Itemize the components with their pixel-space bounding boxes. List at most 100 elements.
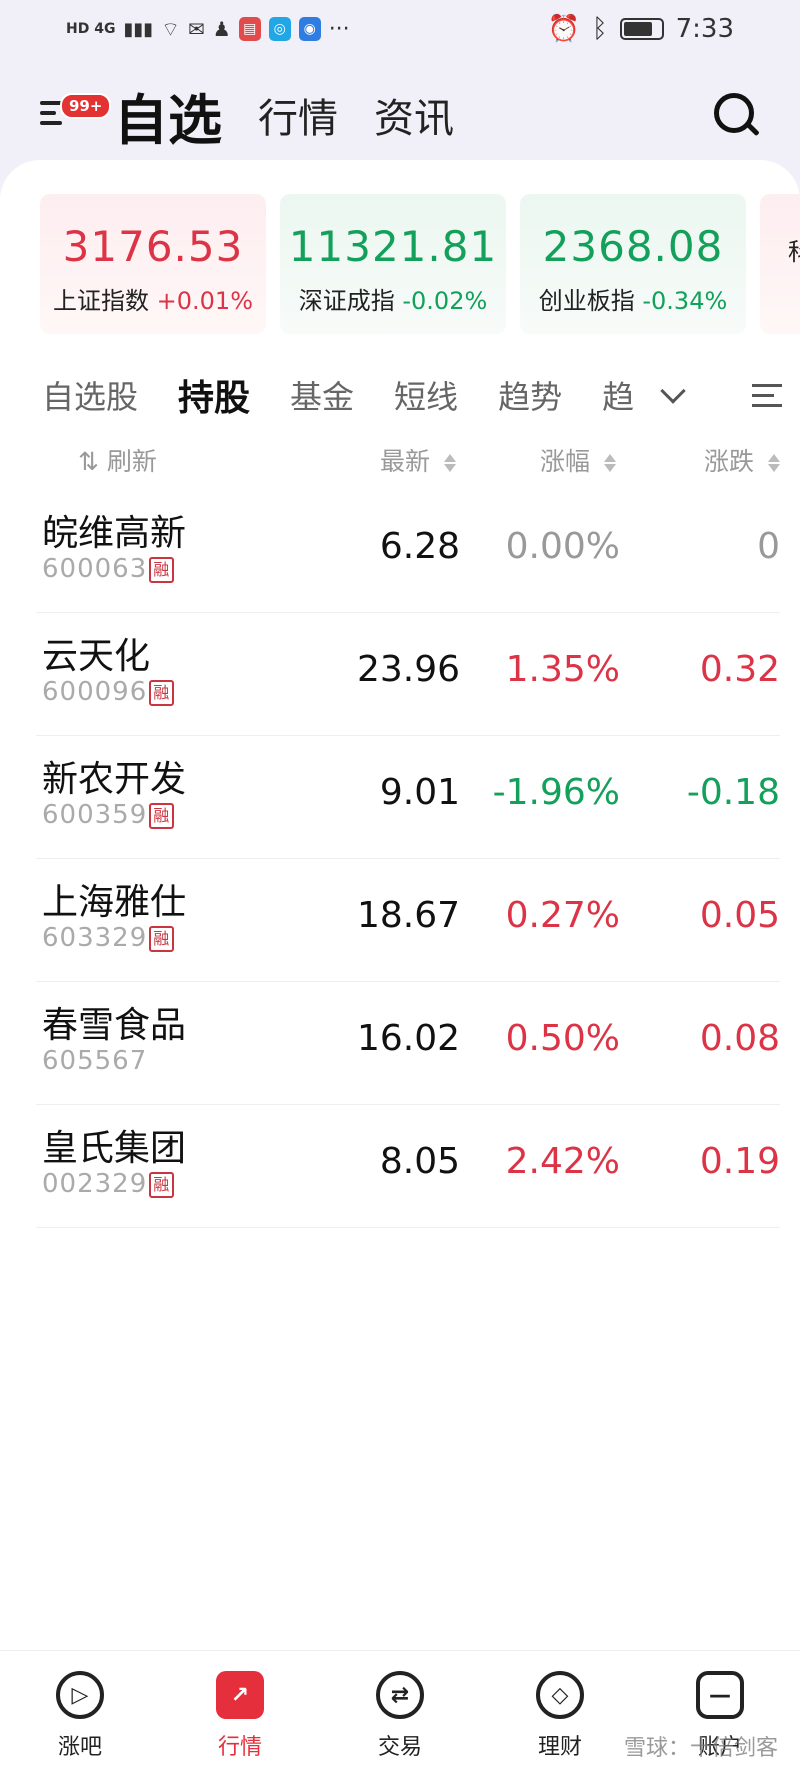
tab-news[interactable]: 资讯 xyxy=(374,86,454,144)
qq-icon: ♟ xyxy=(212,17,231,41)
index-card-shenzhen[interactable]: 11321.81 深证成指 -0.02% xyxy=(280,194,506,334)
index-label: 上证指数 +0.01% xyxy=(40,281,266,316)
top-header: 99+ 自选 行情 资讯 xyxy=(0,70,800,160)
nav-label: 行情 xyxy=(217,1735,262,1760)
margin-tag: 融 xyxy=(149,1171,175,1198)
index-value: 3176.53 xyxy=(62,222,244,271)
stock-code-wrap: 600063 融 xyxy=(42,554,175,584)
index-name: 科 xyxy=(788,238,800,266)
stock-name: 皖维高新 xyxy=(42,513,187,554)
nav-wealth[interactable]: ◇ 理财 xyxy=(480,1651,640,1778)
index-card-chinext[interactable]: 2368.08 创业板指 -0.34% xyxy=(520,194,746,334)
sort-price[interactable]: 最新 xyxy=(380,442,456,478)
index-card-shanghai[interactable]: 3176.53 上证指数 +0.01% xyxy=(40,194,266,334)
index-name: 深证成指 xyxy=(298,287,395,315)
content-panel: 3176.53 上证指数 +0.01% 11321.81 深证成指 -0.02%… xyxy=(0,160,800,1650)
stock-change: 0 xyxy=(757,526,780,567)
nav-label: 理财 xyxy=(537,1735,582,1760)
sort-change[interactable]: 涨跌 xyxy=(704,442,780,478)
book-app-icon: ▤ xyxy=(238,17,261,41)
nav-trade[interactable]: ⇄ 交易 xyxy=(320,1651,480,1778)
nav-community[interactable]: ▷ 涨吧 xyxy=(0,1651,160,1778)
refresh-label: 刷新 xyxy=(106,447,157,476)
index-name: 创业板指 xyxy=(538,287,635,315)
refresh-button[interactable]: ⇅ 刷新 xyxy=(78,442,157,478)
tab-funds[interactable]: 基金 xyxy=(290,372,354,418)
stock-code: 603329 xyxy=(42,923,148,953)
index-label: 创业板指 -0.34% xyxy=(520,281,746,316)
status-bar: HD 4G ▮▮▮ ⌔ ✉ ♟ ▤ ◎ ◉ ··· ⏰ ᛒ 7:33 xyxy=(0,0,800,58)
margin-tag: 融 xyxy=(149,925,175,952)
index-change: +0.01% xyxy=(156,287,253,315)
tab-holdings[interactable]: 持股 xyxy=(178,369,250,421)
stock-code: 600063 xyxy=(42,554,148,584)
tab-trend-2[interactable]: 趋 xyxy=(602,372,634,418)
wifi-icon: ⌔ xyxy=(161,16,180,41)
stock-pct: 0.27% xyxy=(505,895,620,936)
tab-my-stocks[interactable]: 自选股 xyxy=(42,372,138,418)
stock-code: 002329 xyxy=(42,1169,148,1199)
stock-code-wrap: 600359 融 xyxy=(42,800,175,830)
sort-icon xyxy=(768,454,780,472)
tab-trend[interactable]: 趋势 xyxy=(498,372,562,418)
tab-watchlist[interactable]: 自选 xyxy=(114,76,222,155)
nav-label: 涨吧 xyxy=(57,1735,102,1760)
tab-short-term[interactable]: 短线 xyxy=(394,372,458,418)
stock-change: -0.18 xyxy=(686,772,780,813)
stock-row[interactable]: 春雪食品 605567 16.02 0.50% 0.08 xyxy=(36,982,780,1105)
wechat-icon: ✉ xyxy=(187,17,205,41)
bluetooth-icon: ᛒ xyxy=(592,14,608,44)
search-app-icon: ◎ xyxy=(268,17,291,41)
search-icon[interactable] xyxy=(712,91,760,139)
stock-row[interactable]: 新农开发 600359 融 9.01 -1.96% -0.18 xyxy=(36,736,780,859)
index-strip[interactable]: 3176.53 上证指数 +0.01% 11321.81 深证成指 -0.02%… xyxy=(40,194,800,334)
notification-badge: 99+ xyxy=(60,93,112,119)
stock-name: 云天化 xyxy=(42,636,151,677)
tab-market[interactable]: 行情 xyxy=(258,86,338,144)
status-right: ⏰ ᛒ 7:33 xyxy=(548,14,734,44)
sort-percent[interactable]: 涨幅 xyxy=(540,442,616,478)
clock: 7:33 xyxy=(675,14,734,44)
refresh-icon: ⇅ xyxy=(78,447,99,476)
stock-price: 9.01 xyxy=(379,772,460,813)
stock-code-wrap: 605567 xyxy=(42,1046,147,1076)
watermark: 雪球：十倍剑客 xyxy=(623,1736,778,1761)
play-bubble-icon: ▷ xyxy=(56,1671,104,1719)
swap-icon: ⇄ xyxy=(376,1671,424,1719)
stock-list: 皖维高新 600063 融 6.28 0.00% 0 云天化 600096 融 23… xyxy=(0,490,800,1228)
alarm-icon: ⏰ xyxy=(547,14,580,44)
stock-code-wrap: 600096 融 xyxy=(42,677,175,707)
stock-name: 皇氏集团 xyxy=(42,1128,187,1169)
battery-icon xyxy=(619,18,664,40)
stock-row[interactable]: 上海雅仕 603329 融 18.67 0.27% 0.05 xyxy=(36,859,780,982)
chevron-down-icon[interactable] xyxy=(660,378,686,404)
stock-change: 0.19 xyxy=(699,1141,780,1182)
index-card-star[interactable]: 科 xyxy=(760,194,800,334)
col-percent-label: 涨幅 xyxy=(540,447,591,476)
margin-tag: 融 xyxy=(149,556,175,583)
stock-row[interactable]: 皇氏集团 002329 融 8.05 2.42% 0.19 xyxy=(36,1105,780,1228)
stock-pct: 1.35% xyxy=(505,649,620,690)
stock-row[interactable]: 云天化 600096 融 23.96 1.35% 0.32 xyxy=(36,613,780,736)
stock-pct: 0.50% xyxy=(505,1018,620,1059)
index-label: 科 xyxy=(788,232,800,267)
stock-pct: 0.00% xyxy=(505,526,620,567)
stock-name: 上海雅仕 xyxy=(42,882,187,923)
diamond-icon: ◇ xyxy=(536,1671,584,1719)
more-icon: ··· xyxy=(328,16,350,42)
stock-price: 18.67 xyxy=(356,895,460,936)
stock-change: 0.32 xyxy=(699,649,780,690)
margin-tag: 融 xyxy=(149,802,175,829)
menu-button[interactable]: 99+ xyxy=(40,93,112,135)
list-menu-icon[interactable] xyxy=(752,377,782,414)
stock-name: 新农开发 xyxy=(42,759,187,800)
trend-icon: ↗ xyxy=(216,1671,264,1719)
stock-price: 8.05 xyxy=(379,1141,460,1182)
stock-code: 605567 xyxy=(42,1046,148,1076)
stock-price: 6.28 xyxy=(379,526,460,567)
stock-row[interactable]: 皖维高新 600063 融 6.28 0.00% 0 xyxy=(36,490,780,613)
col-price-label: 最新 xyxy=(380,447,431,476)
watchlist-group-tabs: 自选股 持股 基金 短线 趋势 趋 xyxy=(42,365,782,425)
nav-market[interactable]: ↗ 行情 xyxy=(160,1651,320,1778)
stock-code-wrap: 603329 融 xyxy=(42,923,175,953)
